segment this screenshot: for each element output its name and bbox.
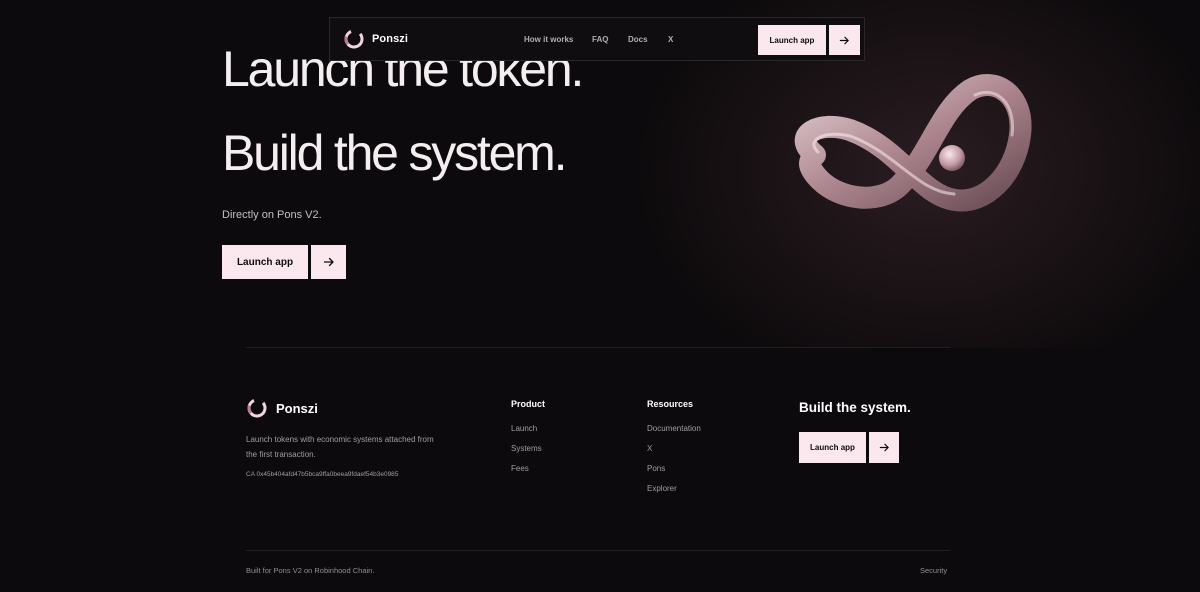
top-navigation-bar: Ponszi How it works FAQ Docs X Launch ap… xyxy=(329,17,865,61)
footer-launch-app-label: Launch app xyxy=(810,443,855,452)
footer-description: Launch tokens with economic systems atta… xyxy=(246,435,434,459)
footer-link-launch[interactable]: Launch xyxy=(511,424,537,433)
glass-infinity-knot xyxy=(794,74,1032,212)
nav-arrow-button[interactable] xyxy=(829,25,860,55)
footer-product-heading: Product xyxy=(511,399,546,409)
footer-arrow-button[interactable] xyxy=(869,432,899,463)
contract-address: CA 0x45b404afd47b5bca9ffa0beea9fdaef54b3… xyxy=(246,471,399,478)
nav-brand-name: Ponszi xyxy=(372,33,409,45)
hero-launch-app-label: Launch app xyxy=(236,256,294,268)
footer-link-pons[interactable]: Pons xyxy=(647,464,665,473)
footer-top-divider xyxy=(246,347,950,348)
nav-link-how-it-works[interactable]: How it works xyxy=(524,35,573,44)
footer-link-documentation[interactable]: Documentation xyxy=(647,424,701,433)
footer-link-x[interactable]: X xyxy=(647,444,652,453)
hero-launch-app-button[interactable]: Launch app xyxy=(222,245,308,279)
nav-link-docs[interactable]: Docs xyxy=(628,35,648,44)
hero-subtitle: Directly on Pons V2. xyxy=(222,209,322,221)
footer-launch-app-button[interactable]: Launch app xyxy=(799,432,866,463)
footer-resources-heading: Resources xyxy=(647,399,694,409)
footer-link-security[interactable]: Security xyxy=(920,566,947,575)
footer-link-systems[interactable]: Systems xyxy=(511,444,542,453)
ponszi-logo-icon xyxy=(344,29,364,49)
ponszi-logo-icon xyxy=(247,398,267,418)
arrow-right-icon xyxy=(323,257,334,267)
hero-title-line-2: Build the system. xyxy=(222,125,568,181)
footer-bottom-divider xyxy=(246,550,950,551)
footer-link-fees[interactable]: Fees xyxy=(511,464,529,473)
arrow-right-icon xyxy=(879,443,889,452)
nav-launch-app-button[interactable]: Launch app xyxy=(758,25,826,55)
nav-launch-app-label: Launch app xyxy=(769,35,815,45)
nav-link-x[interactable]: X xyxy=(668,35,673,44)
footer-cta-title: Build the system. xyxy=(799,400,911,415)
hero-arrow-button[interactable] xyxy=(311,245,346,279)
arrow-right-icon xyxy=(839,36,849,44)
footer-built-for-text: Built for Pons V2 on Robinhood Chain. xyxy=(246,566,375,575)
nav-link-faq[interactable]: FAQ xyxy=(592,35,608,44)
footer-brand-name: Ponszi xyxy=(276,401,318,416)
footer-link-explorer[interactable]: Explorer xyxy=(647,484,677,493)
